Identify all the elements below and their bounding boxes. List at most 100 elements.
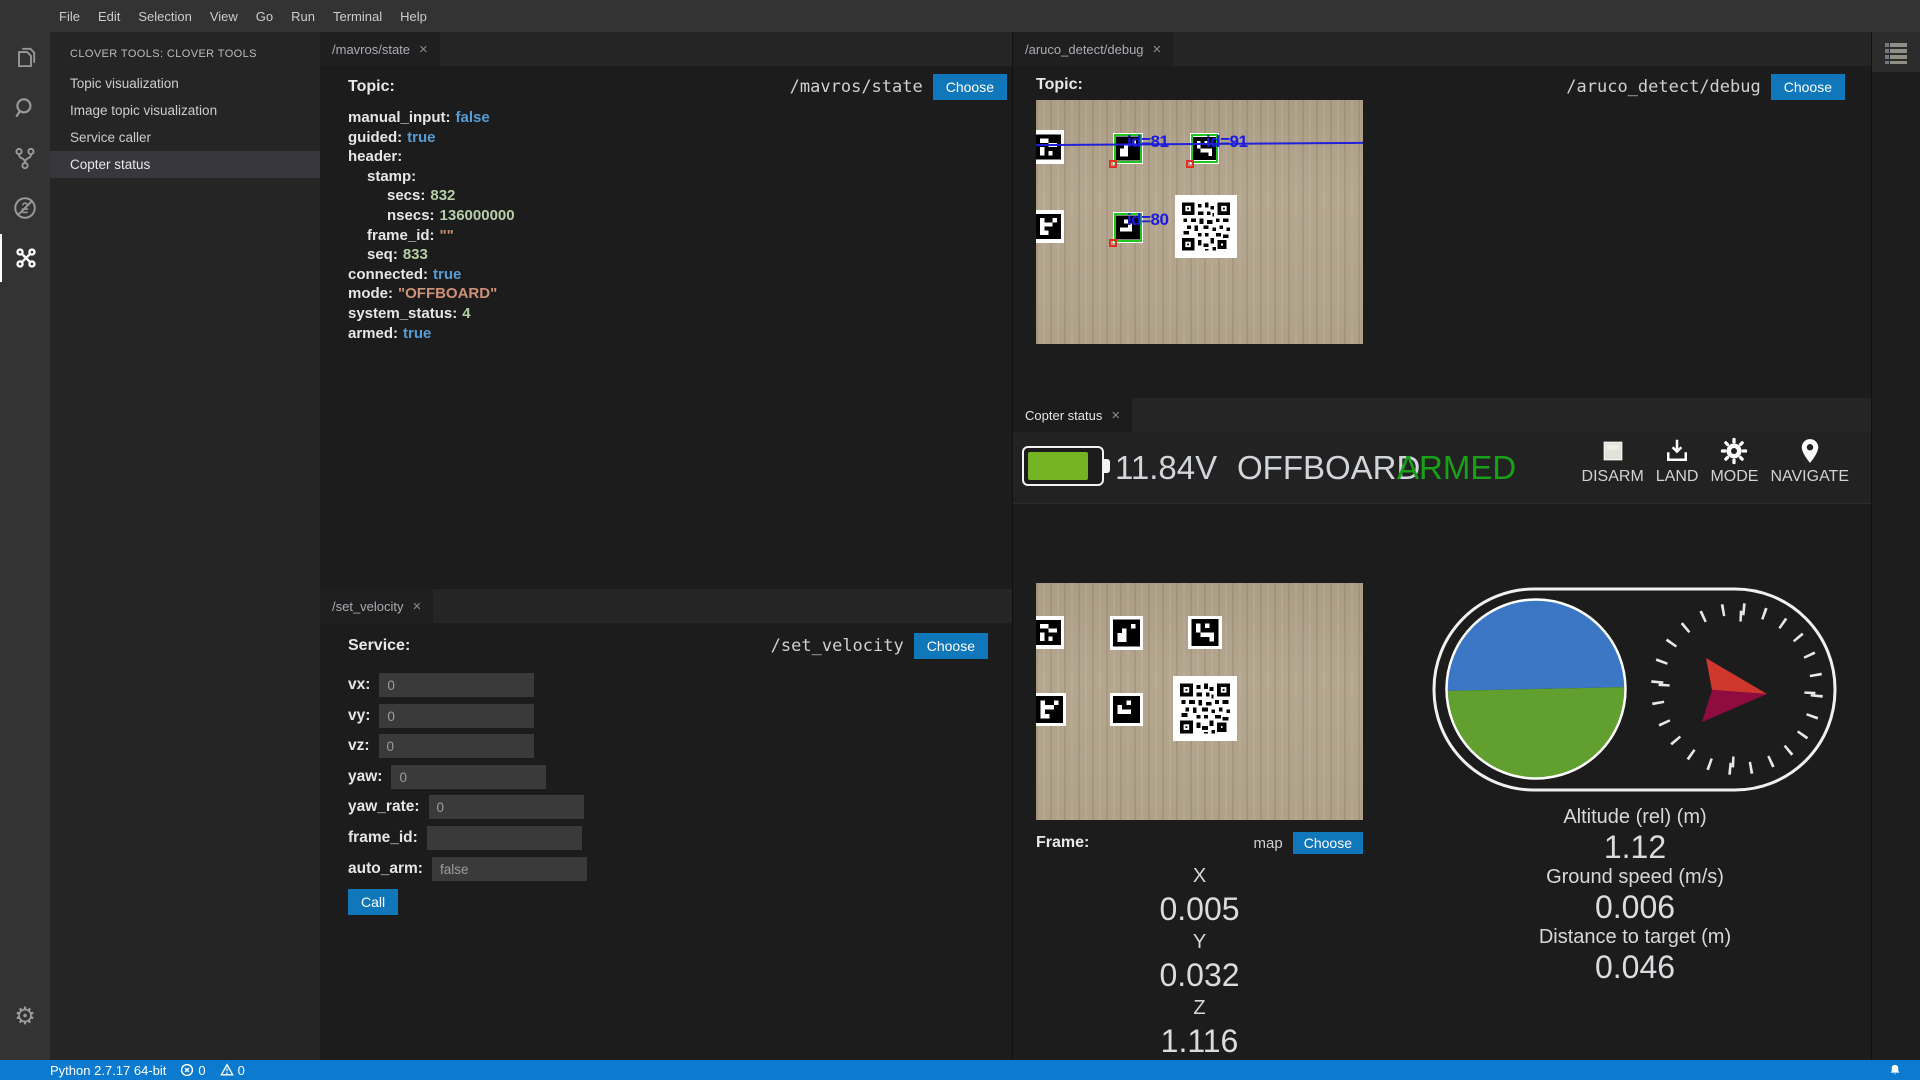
- bell-icon[interactable]: [1888, 1063, 1902, 1080]
- sidebar-item-image-topic-visualization[interactable]: Image topic visualization: [50, 97, 320, 124]
- sidebar: CLOVER TOOLS: CLOVER TOOLS Topic visuali…: [50, 32, 320, 1060]
- mavros-tabstrip: /mavros/state ×: [320, 32, 1013, 66]
- kv-row: connected:true: [348, 265, 515, 285]
- debug-disabled-icon[interactable]: [0, 184, 50, 232]
- frame-id-input[interactable]: [427, 826, 582, 850]
- set-velocity-tabstrip: /set_velocity ×: [320, 589, 1013, 623]
- altitude-value: 1.12: [1460, 830, 1810, 864]
- auto-arm-label: auto_arm:: [348, 860, 423, 878]
- kv-row: header:: [348, 147, 515, 167]
- tab-aruco-debug[interactable]: /aruco_detect/debug ×: [1013, 32, 1173, 66]
- position-y-value: 0.032: [1036, 955, 1363, 995]
- yaw-input[interactable]: [391, 765, 546, 789]
- right-rail: [1872, 32, 1920, 1060]
- menu-selection[interactable]: Selection: [129, 0, 200, 32]
- copter-status-tabstrip: Copter status ×: [1013, 398, 1871, 432]
- python-version[interactable]: Python 2.7.17 64-bit: [50, 1063, 166, 1078]
- menu-edit[interactable]: Edit: [89, 0, 129, 32]
- status-bar: Python 2.7.17 64-bit 0 0: [0, 1060, 1920, 1080]
- navigate-button[interactable]: NAVIGATE: [1770, 436, 1849, 486]
- call-button[interactable]: Call: [348, 889, 398, 915]
- battery-voltage: 11.84V: [1115, 449, 1217, 487]
- clover-drone-icon[interactable]: [0, 234, 50, 282]
- kv-row: system_status:4: [348, 304, 515, 324]
- kv-row: stamp:: [348, 167, 515, 187]
- frame-label: Frame:: [1036, 834, 1089, 852]
- sidebar-item-service-caller[interactable]: Service caller: [50, 124, 320, 151]
- aruco-marker: [1036, 616, 1064, 649]
- close-icon[interactable]: ×: [413, 599, 422, 614]
- mode-button[interactable]: MODE: [1710, 436, 1758, 486]
- vy-input[interactable]: [379, 704, 534, 728]
- disarm-button[interactable]: DISARM: [1582, 436, 1644, 486]
- aruco-choose-button[interactable]: Choose: [1771, 74, 1845, 100]
- qr-code-marker: [1175, 195, 1237, 258]
- manage-gear-icon[interactable]: ⚙: [0, 996, 50, 1036]
- axis-label: X: [1036, 863, 1363, 889]
- yaw-rate-label: yaw_rate:: [348, 798, 420, 816]
- menu-file[interactable]: File: [50, 0, 89, 32]
- sidebar-item-copter-status[interactable]: Copter status: [50, 151, 320, 178]
- frame-choose-button[interactable]: Choose: [1293, 832, 1363, 854]
- flight-mode: OFFBOARD: [1237, 449, 1420, 487]
- copter-status-panel: Frame: map Choose X 0.005 Y 0.032 Z 1.11…: [1013, 505, 1871, 1060]
- aruco-tabstrip: /aruco_detect/debug ×: [1013, 32, 1871, 66]
- tab-copter-status[interactable]: Copter status ×: [1013, 398, 1132, 432]
- explorer-icon[interactable]: [0, 34, 50, 82]
- vx-input[interactable]: [379, 673, 534, 697]
- problems-warnings[interactable]: 0: [220, 1063, 245, 1078]
- menu-go[interactable]: Go: [247, 0, 282, 32]
- source-control-icon[interactable]: [0, 134, 50, 182]
- frame-camera-image: [1036, 583, 1363, 820]
- distance-to-target-label: Distance to target (m): [1460, 924, 1810, 950]
- ground-speed-value: 0.006: [1460, 890, 1810, 924]
- menu-view[interactable]: View: [201, 0, 247, 32]
- auto-arm-input[interactable]: [432, 857, 587, 881]
- altitude-label: Altitude (rel) (m): [1460, 804, 1810, 830]
- compass-dial: [1652, 604, 1823, 775]
- menu-terminal[interactable]: Terminal: [324, 0, 391, 32]
- aruco-marker: [1188, 616, 1222, 649]
- menu-run[interactable]: Run: [282, 0, 324, 32]
- vz-input[interactable]: [379, 734, 534, 758]
- mavros-topic-name: /mavros/state: [790, 77, 923, 97]
- yaw-label: yaw:: [348, 768, 382, 786]
- sidebar-item-topic-visualization[interactable]: Topic visualization: [50, 70, 320, 97]
- topic-label: Topic:: [1036, 76, 1083, 94]
- compass-arrow: [1706, 658, 1767, 694]
- search-icon[interactable]: [0, 84, 50, 132]
- armed-status: ARMED: [1397, 449, 1516, 487]
- close-icon[interactable]: ×: [419, 42, 428, 57]
- frame-value: map: [1254, 835, 1283, 852]
- battery-icon: [1022, 446, 1104, 486]
- vy-label: vy:: [348, 707, 370, 725]
- kv-row: guided:true: [348, 128, 515, 148]
- menu-help[interactable]: Help: [391, 0, 436, 32]
- yaw-rate-input[interactable]: [429, 795, 584, 819]
- mavros-choose-button[interactable]: Choose: [933, 74, 1007, 100]
- axis-label: Z: [1036, 995, 1363, 1021]
- problems-errors[interactable]: 0: [180, 1063, 205, 1078]
- set-velocity-panel: Service: /set_velocity Choose vx: vy: vz…: [320, 623, 1013, 1060]
- kv-row: secs:832: [348, 186, 515, 206]
- aruco-marker: [1036, 210, 1064, 243]
- sidebar-title: CLOVER TOOLS: CLOVER TOOLS: [50, 32, 320, 70]
- position-z-value: 1.116: [1036, 1021, 1363, 1061]
- tab-set-velocity[interactable]: /set_velocity ×: [320, 589, 433, 623]
- service-choose-button[interactable]: Choose: [914, 633, 988, 659]
- close-icon[interactable]: ×: [1153, 42, 1162, 57]
- vz-label: vz:: [348, 737, 370, 755]
- tab-mavros-state[interactable]: /mavros/state ×: [320, 32, 440, 66]
- aruco-debug-image: id=81 id=91 id=80: [1036, 100, 1363, 344]
- distance-to-target-value: 0.046: [1460, 950, 1810, 984]
- close-icon[interactable]: ×: [1111, 408, 1120, 423]
- position-block: X 0.005 Y 0.032 Z 1.116: [1036, 863, 1363, 1061]
- ground-speed-label: Ground speed (m/s): [1460, 864, 1810, 890]
- land-button[interactable]: LAND: [1656, 436, 1699, 486]
- editor-list-icon[interactable]: [1872, 32, 1920, 72]
- service-name: /set_velocity: [771, 636, 904, 656]
- mavros-state-panel: Topic: /mavros/state Choose manual_input…: [320, 66, 1013, 589]
- kv-row: seq:833: [348, 245, 515, 265]
- stop-icon: [1598, 436, 1628, 466]
- aruco-debug-panel: Topic: /aruco_detect/debug Choose id=81 …: [1013, 66, 1871, 398]
